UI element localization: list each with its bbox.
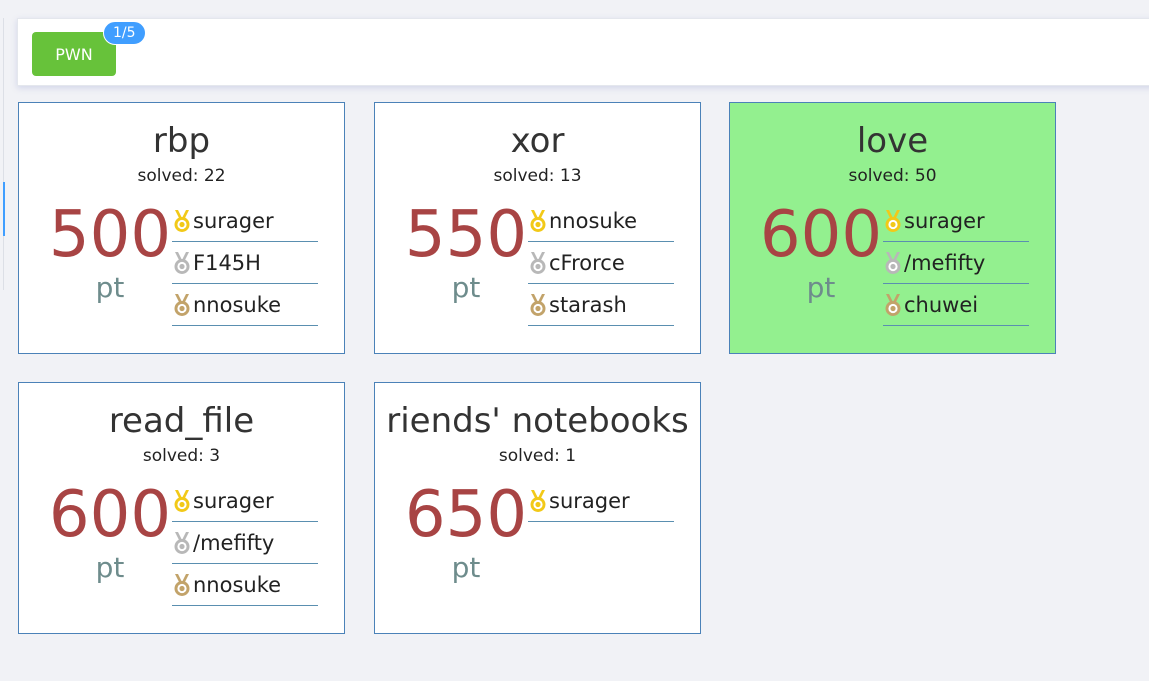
solver-entry: nnosuke <box>528 201 674 242</box>
progress-badge: 1/5 <box>103 21 146 45</box>
challenge-score: 600 <box>48 478 172 552</box>
top-solvers-list: surager <box>528 481 674 523</box>
score-unit: pt <box>95 271 125 304</box>
score-unit: pt <box>806 271 836 304</box>
sidebar-active-indicator <box>3 182 5 236</box>
challenge-score: 650 <box>404 478 528 552</box>
solved-count: solved: 50 <box>848 166 937 186</box>
top-solvers-list: surager /mefifty chuwei <box>883 201 1029 327</box>
solver-entry: /mefifty <box>883 243 1029 284</box>
solver-name: surager <box>904 209 985 233</box>
solver-name: surager <box>549 489 630 513</box>
score-unit: pt <box>451 551 481 584</box>
silver-medal-icon <box>883 251 903 275</box>
solver-name: F145H <box>193 251 261 275</box>
solver-entry: surager <box>883 201 1029 242</box>
challenge-card[interactable]: love solved: 50 600 pt surager /mefifty … <box>729 102 1056 354</box>
solver-entry: F145H <box>172 243 318 284</box>
solver-name: /mefifty <box>193 531 275 555</box>
solver-entry: nnosuke <box>172 565 318 606</box>
challenge-card[interactable]: rbp solved: 22 500 pt surager F145H nnos… <box>18 102 345 354</box>
solver-entry: surager <box>172 201 318 242</box>
bronze-medal-icon <box>883 293 903 317</box>
silver-medal-icon <box>172 251 192 275</box>
solved-count: solved: 13 <box>493 166 582 186</box>
gold-medal-icon <box>883 209 903 233</box>
solver-entry: cFrorce <box>528 243 674 284</box>
solver-entry: starash <box>528 285 674 326</box>
score-unit: pt <box>451 271 481 304</box>
bronze-medal-icon <box>528 293 548 317</box>
score-unit: pt <box>95 551 125 584</box>
gold-medal-icon <box>172 489 192 513</box>
solver-name: surager <box>193 489 274 513</box>
bronze-medal-icon <box>172 573 192 597</box>
sidebar-edge <box>3 18 4 290</box>
solver-entry: surager <box>528 481 674 522</box>
challenge-score: 500 <box>48 198 172 272</box>
challenge-card[interactable]: riends' notebooks solved: 1 650 pt surag… <box>374 382 701 634</box>
challenge-card[interactable]: read_file solved: 3 600 pt surager /mefi… <box>18 382 345 634</box>
solved-count: solved: 1 <box>498 446 577 466</box>
challenge-name: rbp <box>152 121 211 161</box>
solver-name: nnosuke <box>549 209 638 233</box>
silver-medal-icon <box>172 531 192 555</box>
category-label: PWN <box>55 44 93 64</box>
solver-entry: /mefifty <box>172 523 318 564</box>
category-bar: PWN 1/5 <box>17 18 1149 86</box>
challenge-score: 600 <box>759 198 883 272</box>
solver-name: nnosuke <box>193 293 282 317</box>
solver-name: starash <box>549 293 627 317</box>
solved-count: solved: 22 <box>137 166 226 186</box>
challenge-name: riends' notebooks <box>386 401 689 441</box>
challenge-name: read_file <box>108 401 255 441</box>
challenge-name: xor <box>510 121 565 161</box>
silver-medal-icon <box>528 251 548 275</box>
solver-name: surager <box>193 209 274 233</box>
solver-entry: nnosuke <box>172 285 318 326</box>
challenge-score: 550 <box>404 198 528 272</box>
top-solvers-list: nnosuke cFrorce starash <box>528 201 674 327</box>
top-solvers-list: surager /mefifty nnosuke <box>172 481 318 607</box>
challenge-card[interactable]: xor solved: 13 550 pt nnosuke cFrorce st… <box>374 102 701 354</box>
solver-entry: chuwei <box>883 285 1029 326</box>
gold-medal-icon <box>528 489 548 513</box>
solver-entry: surager <box>172 481 318 522</box>
gold-medal-icon <box>172 209 192 233</box>
challenge-name: love <box>856 121 929 161</box>
gold-medal-icon <box>528 209 548 233</box>
top-solvers-list: surager F145H nnosuke <box>172 201 318 327</box>
solver-name: chuwei <box>904 293 979 317</box>
bronze-medal-icon <box>172 293 192 317</box>
solver-name: nnosuke <box>193 573 282 597</box>
solver-name: /mefifty <box>904 251 986 275</box>
solved-count: solved: 3 <box>142 446 221 466</box>
solver-name: cFrorce <box>549 251 625 275</box>
